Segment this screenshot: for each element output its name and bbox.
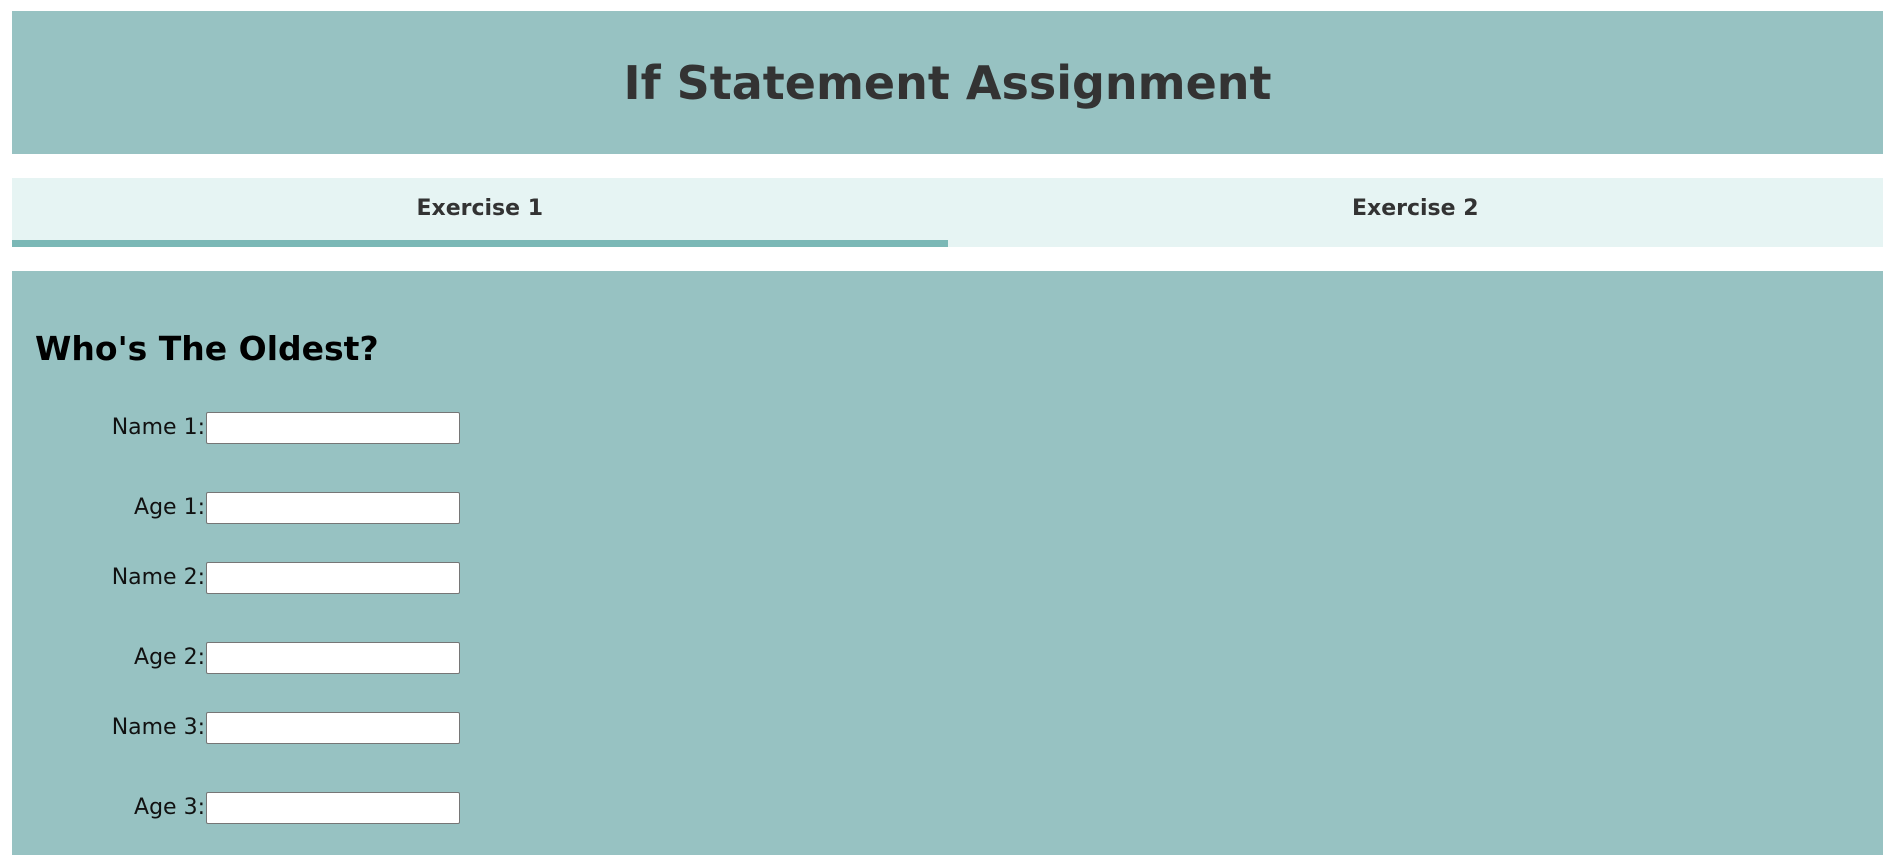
page-header: If Statement Assignment <box>12 11 1883 154</box>
form-row-age-2: Age 2: <box>12 642 512 674</box>
form-row-age-1: Age 1: <box>12 492 512 524</box>
tab-bar: Exercise 1 Exercise 2 <box>12 178 1883 247</box>
name-2-input[interactable] <box>206 562 460 594</box>
form-row-name-3: Name 3: <box>12 712 512 744</box>
form-row-age-3: Age 3: <box>12 792 512 824</box>
age-2-input[interactable] <box>206 642 460 674</box>
age-1-input[interactable] <box>206 492 460 524</box>
name-3-input[interactable] <box>206 712 460 744</box>
age-2-label: Age 2: <box>134 645 205 670</box>
page-title: If Statement Assignment <box>623 55 1272 110</box>
tab-label: Exercise 2 <box>1351 196 1479 221</box>
name-2-label: Name 2: <box>111 565 205 590</box>
age-3-input[interactable] <box>206 792 460 824</box>
age-1-label: Age 1: <box>134 495 205 520</box>
exercise-panel: Who's The Oldest? Name 1: Age 1: Name 2:… <box>12 271 1883 855</box>
exercise-heading: Who's The Oldest? <box>35 329 379 368</box>
tab-exercise-2[interactable]: Exercise 2 <box>948 178 1884 247</box>
tab-label: Exercise 1 <box>416 196 544 221</box>
name-1-input[interactable] <box>206 412 460 444</box>
form-row-name-1: Name 1: <box>12 412 512 444</box>
name-3-label: Name 3: <box>111 715 205 740</box>
form-row-name-2: Name 2: <box>12 562 512 594</box>
tab-exercise-1[interactable]: Exercise 1 <box>12 178 948 247</box>
age-3-label: Age 3: <box>134 795 205 820</box>
name-1-label: Name 1: <box>111 415 205 440</box>
